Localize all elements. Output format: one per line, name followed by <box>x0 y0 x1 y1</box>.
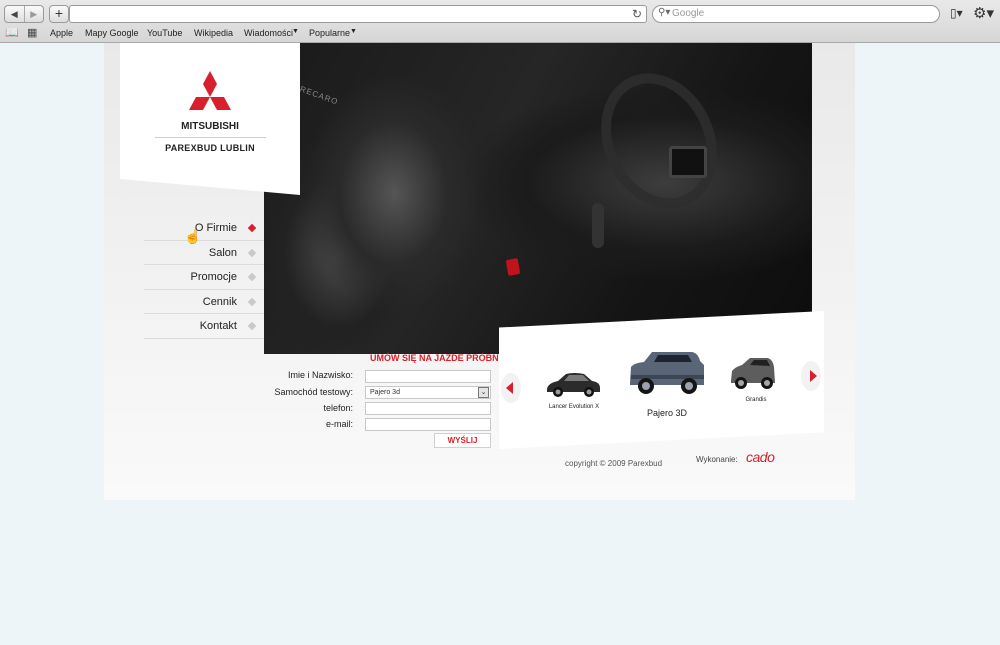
chevron-down-icon: ▼ <box>350 28 357 35</box>
arrow-right-icon <box>810 370 817 382</box>
search-input[interactable]: ⚲▾ Google <box>652 5 940 23</box>
diamond-icon <box>247 297 257 306</box>
copyright-text: copyright © 2009 Parexbud <box>565 459 663 468</box>
nav-item-promocje[interactable]: Promocje <box>144 265 264 290</box>
email-field[interactable] <box>365 418 491 431</box>
top-sites-grid-icon[interactable]: ▦ <box>27 26 37 39</box>
nav-item-salon[interactable]: Salon <box>144 241 264 265</box>
bookmark-wikipedia[interactable]: Wikipedia <box>194 28 233 38</box>
seat-logo: RECARO <box>298 84 340 107</box>
diamond-icon <box>247 321 257 331</box>
nav-item-label: Promocje <box>190 271 237 283</box>
reload-icon[interactable]: ↻ <box>632 6 642 22</box>
car-lancer-evolution-x[interactable] <box>544 369 602 399</box>
hand-cursor-icon: ☝ <box>184 228 202 244</box>
name-label: Imie i Nazwisko: <box>287 370 353 380</box>
submit-button[interactable]: WYŚLIJ <box>434 433 491 448</box>
steering-wheel-shape <box>579 54 739 228</box>
car-label-pajero: Pajero 3D <box>646 408 688 418</box>
address-bar[interactable]: ↻ <box>69 5 647 23</box>
test-drive-title: UMÓW SIĘ NA JAZDE PRÓBNĄ <box>370 353 506 363</box>
nav-item-cennik[interactable]: Cennik <box>144 290 264 314</box>
hero-interior-photo: RECARO <box>264 43 812 354</box>
car-lancer-image <box>547 373 600 397</box>
bookmark-apple[interactable]: Apple <box>50 28 73 38</box>
bookmarks-bar: 📖 ▦ Apple Mapy Google YouTube Wikipedia … <box>0 26 1000 42</box>
chevron-down-icon: ▼ <box>292 28 299 35</box>
forward-icon[interactable]: ▶ <box>23 6 44 22</box>
diamond-icon <box>247 272 257 282</box>
dashboard-screen-shape <box>669 146 707 178</box>
nav-item-label: Cennik <box>202 295 237 308</box>
car-label: Samochód testowy: <box>274 387 353 397</box>
carousel-next-button[interactable] <box>801 361 821 391</box>
chevron-down-icon[interactable]: ⌄ <box>478 387 489 398</box>
diamond-icon <box>247 248 257 257</box>
bookmark-mapy-google[interactable]: Mapy Google <box>85 28 139 38</box>
car-select[interactable]: Pajero 3d ⌄ <box>365 386 491 399</box>
bookmark-popularne[interactable]: Popularne <box>309 28 350 38</box>
arrow-left-icon <box>506 382 513 394</box>
phone-field[interactable] <box>365 402 491 415</box>
back-icon[interactable]: ◀ <box>5 6 24 22</box>
add-icon[interactable]: + <box>49 5 69 23</box>
nav-item-kontakt[interactable]: Kontakt <box>144 314 264 339</box>
car-carousel: Lancer Evolution X Pajero 3D Grandis <box>499 311 824 449</box>
gear-icon[interactable]: ⚙▾ <box>973 4 994 22</box>
phone-label: telefon: <box>323 403 353 413</box>
bookmarks-book-icon[interactable]: 📖 <box>5 26 19 39</box>
logo-divider <box>155 137 266 138</box>
handbrake-release-shape <box>505 258 521 276</box>
nav-item-label: Kontakt <box>199 320 237 332</box>
car-grandis[interactable] <box>728 355 778 391</box>
page-icon[interactable]: ▯▾ <box>950 6 963 20</box>
car-pajero-3d[interactable] <box>626 349 708 399</box>
back-forward-group: ◀ ▶ <box>4 5 44 23</box>
bookmark-wiadomosci[interactable]: Wiadomości <box>244 28 293 38</box>
dealer-name: PAREXBUD LUBLIN <box>165 143 255 153</box>
nav-item-o-firmie[interactable]: O Firmie <box>144 216 264 241</box>
car-label-grandis: Grandis <box>745 397 767 403</box>
carousel-prev-button[interactable] <box>501 373 521 403</box>
car-select-value: Pajero 3d <box>370 389 400 396</box>
car-grandis-image <box>731 358 775 389</box>
search-placeholder: Google <box>672 8 705 19</box>
brand-name: MITSUBISHI <box>181 121 239 132</box>
email-label: e-mail: <box>325 419 353 429</box>
nav-item-label: Salon <box>208 246 237 259</box>
logo-panel: MITSUBISHI PAREXBUD LUBLIN <box>120 43 300 195</box>
diamond-icon <box>247 223 257 233</box>
main-navigation: O Firmie Salon Promocje Cennik Kontakt <box>144 216 264 339</box>
car-pajero-image <box>630 352 704 394</box>
car-label-lancer: Lancer Evolution X <box>548 404 600 410</box>
bookmark-youtube[interactable]: YouTube <box>147 28 182 38</box>
made-by-label: Wykonanie: <box>696 455 738 464</box>
gear-shifter-shape <box>592 203 604 248</box>
browser-toolbar: ◀ ▶ + ↻ ⚲▾ Google ▯▾ ⚙▾ 📖 ▦ Apple Mapy G… <box>0 0 1000 43</box>
name-field[interactable] <box>365 370 491 383</box>
mitsubishi-logo-icon[interactable] <box>180 71 240 123</box>
agency-logo[interactable]: cado <box>746 449 775 465</box>
search-icon: ⚲▾ <box>658 7 671 18</box>
website: RECARO MITSUBISHI PAREXBUD LUBLIN O Firm… <box>104 43 855 500</box>
